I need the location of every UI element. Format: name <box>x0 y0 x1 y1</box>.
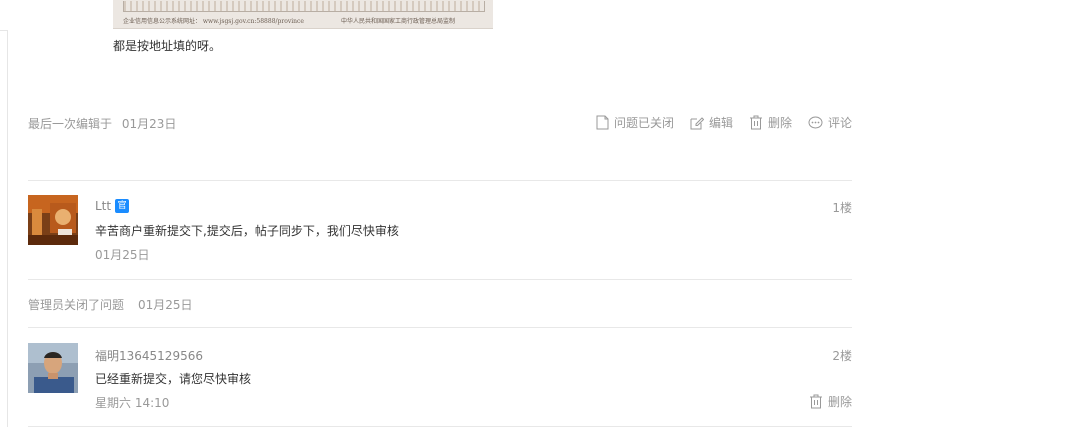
avatar[interactable] <box>28 343 78 393</box>
comment-label: 评论 <box>827 116 852 130</box>
question-closed-label: 问题已关闭 <box>613 116 674 130</box>
divider <box>28 279 852 280</box>
reply-content: 辛苦商户重新提交下,提交后，帖子同步下，我们尽快审核 <box>95 224 399 238</box>
reply-floor: Ltt 官 辛苦商户重新提交下,提交后，帖子同步下，我们尽快审核 01月25日 … <box>28 195 852 265</box>
left-panel-border <box>7 30 8 427</box>
admin-closed-note: 管理员关闭了问题 01月25日 <box>28 296 193 313</box>
last-edited-date: 01月23日 <box>121 117 177 131</box>
floor-number: 1楼 <box>832 201 852 215</box>
divider <box>28 180 852 181</box>
reply-delete-label: 删除 <box>827 395 852 409</box>
attachment-image[interactable]: 企业信用信息公示系统网址： www.jsgsj.gov.cn:58888/pro… <box>113 0 493 29</box>
reply-date: 星期六 14:10 <box>95 396 170 410</box>
comment-button[interactable]: 评论 <box>808 114 852 131</box>
document-icon <box>596 115 609 130</box>
reply-floor: 福明13645129566 已经重新提交，请您尽快审核 星期六 14:10 2楼… <box>28 343 852 413</box>
edit-icon <box>690 116 704 129</box>
avatar[interactable] <box>28 195 78 245</box>
username[interactable]: Ltt <box>95 199 111 213</box>
username[interactable]: 福明13645129566 <box>95 347 203 364</box>
user-line: Ltt 官 <box>95 199 130 213</box>
delete-button[interactable]: 删除 <box>749 114 792 131</box>
trash-icon <box>809 394 822 409</box>
certificate-footer-left: 企业信用信息公示系统网址： www.jsgsj.gov.cn:58888/pro… <box>123 18 304 25</box>
user-line: 福明13645129566 <box>95 347 203 364</box>
comment-icon <box>808 116 823 128</box>
edit-button[interactable]: 编辑 <box>690 114 733 131</box>
edit-label: 编辑 <box>708 116 733 130</box>
divider <box>28 327 852 328</box>
certificate-footer-right: 中华人民共和国国家工商行政管理总局监制 <box>341 18 456 25</box>
trash-icon <box>749 115 762 130</box>
certificate-border-pattern <box>123 1 485 12</box>
floor-number: 2楼 <box>832 349 852 363</box>
post-actions: 问题已关闭 编辑 删除 评论 <box>580 114 852 131</box>
last-edited: 最后一次编辑于 01月23日 <box>28 115 176 132</box>
reply-content: 已经重新提交，请您尽快审核 <box>95 372 252 386</box>
question-closed-button[interactable]: 问题已关闭 <box>596 114 674 131</box>
reply-date: 01月25日 <box>95 248 150 262</box>
post-body-text: 都是按地址填的呀。 <box>113 39 222 53</box>
last-edited-label: 最后一次编辑于 <box>28 117 113 131</box>
reply-delete-button[interactable]: 删除 <box>809 393 852 410</box>
admin-closed-date: 01月25日 <box>138 298 193 312</box>
post-meta-row: 最后一次编辑于 01月23日 问题已关闭 编辑 删除 评论 <box>28 114 852 132</box>
admin-closed-text: 管理员关闭了问题 <box>28 298 125 312</box>
delete-label: 删除 <box>767 116 792 130</box>
official-badge: 官 <box>115 199 130 213</box>
